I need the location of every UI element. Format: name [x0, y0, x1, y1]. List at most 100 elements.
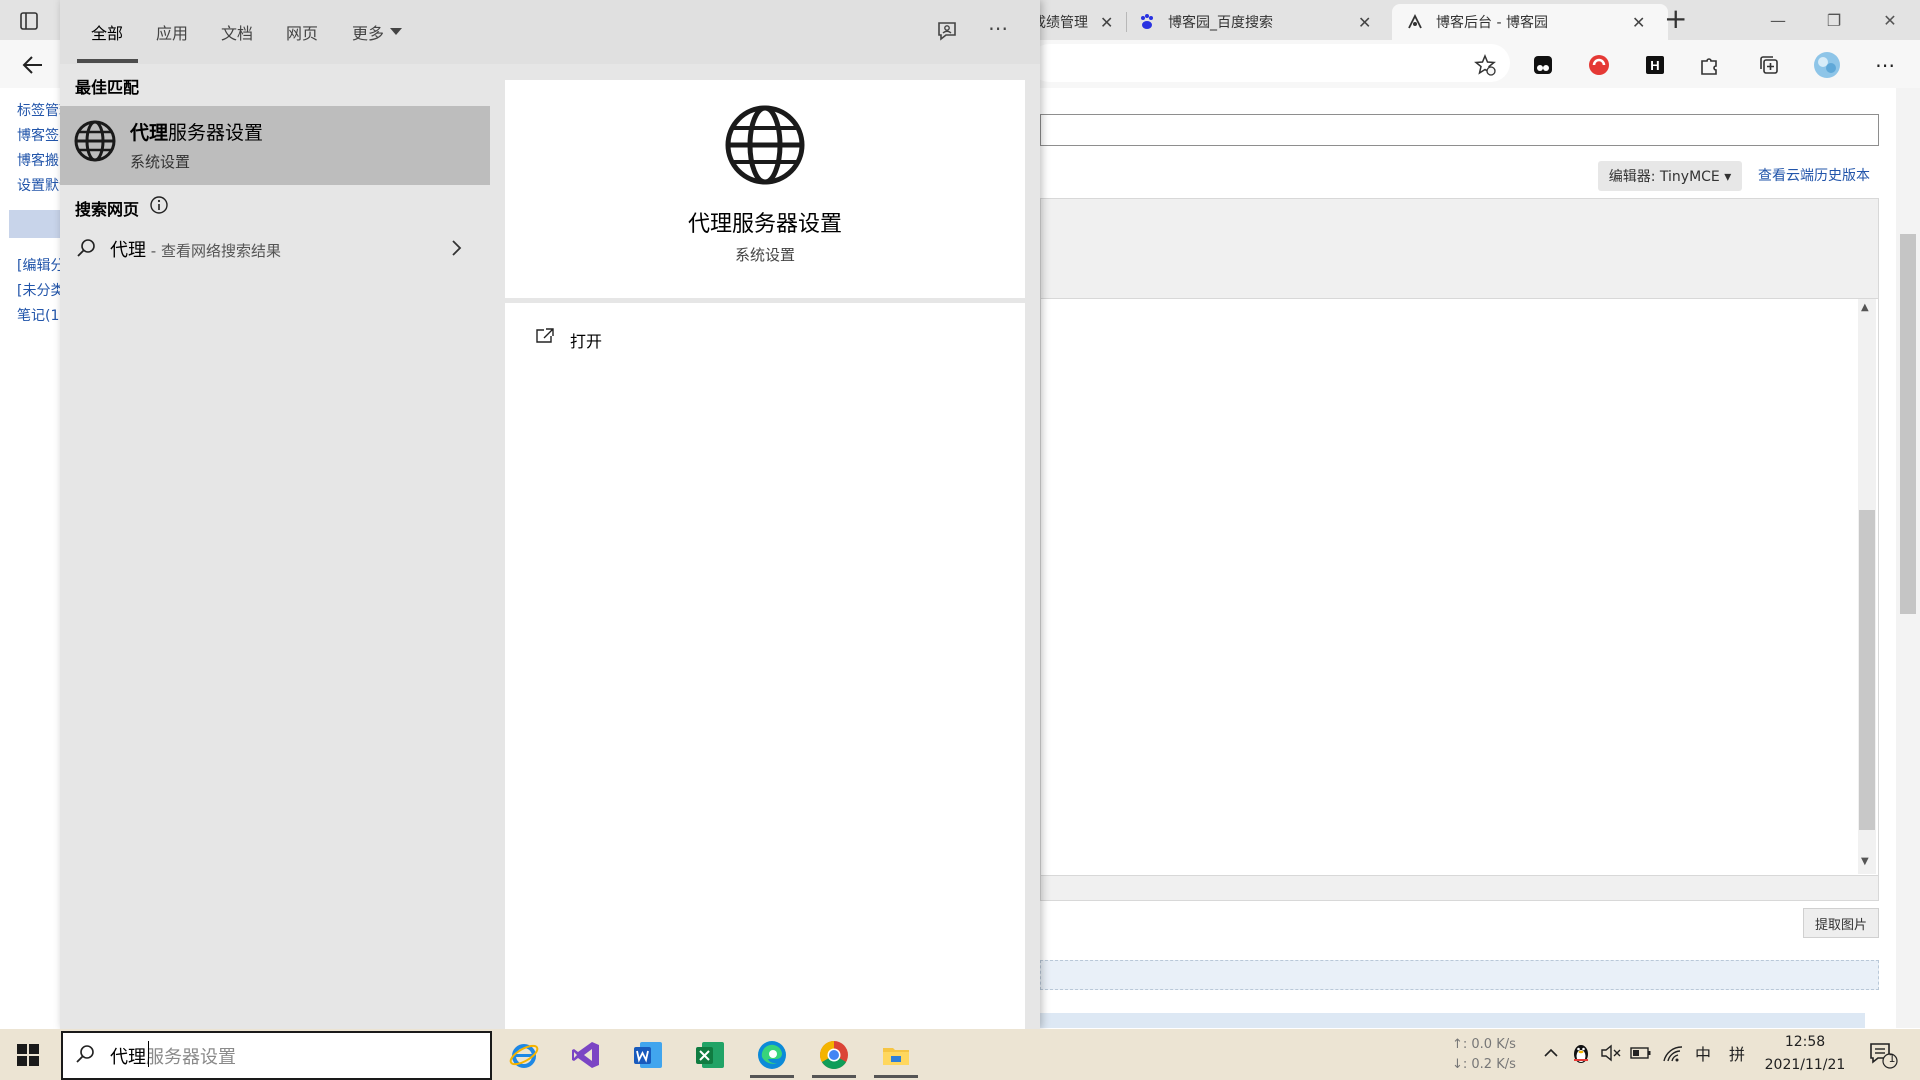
ime-language-indicator[interactable]: 中 — [1690, 1040, 1716, 1066]
battery-icon[interactable] — [1628, 1040, 1654, 1066]
active-tab-indicator — [77, 59, 138, 63]
extension-tampermonkey-icon[interactable] — [1528, 50, 1558, 80]
web-search-query: 代理 - 查看网络搜索结果 — [110, 236, 281, 262]
browser-tab-cnblogs[interactable]: 博客后台 - 博客园 ✕ — [1392, 4, 1668, 40]
best-match-heading: 最佳匹配 — [75, 78, 140, 97]
browser-tab-grades[interactable]: 成绩管理 ✕ — [1040, 4, 1118, 40]
globe-icon — [73, 119, 117, 163]
nav-link-default-editor[interactable]: 设置默认编辑器 — [17, 175, 61, 195]
network-download-speed: ↓: 0.2 K/s — [1452, 1057, 1516, 1072]
baidu-paw-icon — [1138, 13, 1156, 31]
chevron-down-icon — [390, 28, 403, 36]
extract-images-button[interactable]: 提取图片 — [1803, 908, 1879, 938]
editor-info-band — [1040, 960, 1879, 990]
detail-title: 代理服务器设置 — [687, 212, 842, 237]
detail-subtitle: 系统设置 — [734, 246, 795, 264]
cnblogs-icon — [1406, 13, 1424, 31]
show-hidden-icons-chevron-icon[interactable] — [1538, 1040, 1564, 1066]
svg-text:H: H — [1650, 58, 1659, 73]
tab-apps[interactable]: 应用 — [156, 20, 188, 44]
tab-title: 博客后台 - 博客园 — [1436, 15, 1548, 31]
web-query-suffix: - 查看网络搜索结果 — [146, 242, 281, 260]
profile-avatar[interactable] — [1812, 50, 1842, 80]
feedback-icon[interactable] — [934, 18, 960, 44]
editor-status-bar — [1040, 875, 1879, 901]
clock-date[interactable]: 2021/11/21 — [1750, 1057, 1860, 1073]
taskbar-search-icon — [74, 1043, 96, 1065]
detail-globe-icon — [725, 105, 805, 185]
minimize-button[interactable]: — — [1750, 0, 1806, 40]
nav-link-notes[interactable]: 笔记(1) — [17, 305, 61, 325]
notification-count-badge: 1 — [1888, 1052, 1896, 1065]
ime-mode-indicator[interactable]: 拼 — [1724, 1040, 1750, 1066]
search-panel-header — [60, 0, 1040, 65]
extension-red-icon[interactable] — [1584, 50, 1614, 80]
file-explorer-icon[interactable] — [872, 1033, 920, 1077]
page-scroll-thumb[interactable] — [1900, 234, 1916, 614]
running-indicator — [750, 1075, 794, 1078]
post-title-input[interactable] — [1040, 114, 1879, 146]
clock-time[interactable]: 12:58 — [1750, 1034, 1860, 1050]
settings-more-icon[interactable]: ⋯ — [1870, 50, 1900, 80]
visual-studio-icon[interactable] — [562, 1033, 610, 1077]
best-match-highlight: 代理 — [130, 122, 169, 144]
tab-separator — [1126, 12, 1127, 32]
search-typed: 代理 — [110, 1047, 146, 1068]
cloud-history-link[interactable]: 查看云端历史版本 — [1758, 165, 1870, 185]
open-action-label: 打开 — [570, 332, 603, 351]
web-query-text: 代理 — [110, 240, 146, 261]
scroll-down-arrow-icon[interactable]: ▼ — [1861, 856, 1869, 867]
wifi-icon[interactable] — [1660, 1040, 1686, 1066]
nav-link-edit-categories[interactable]: [编辑分类] — [17, 255, 61, 275]
tab-close-icon[interactable]: ✕ — [1100, 13, 1113, 32]
edge-icon[interactable] — [748, 1033, 796, 1077]
address-bar[interactable] — [1030, 44, 1510, 82]
best-match-rest: 服务器设置 — [168, 122, 264, 144]
search-query-text: 代理服务器设置 — [110, 1043, 236, 1069]
qq-penguin-icon[interactable] — [1568, 1040, 1594, 1066]
more-options-icon[interactable]: ⋯ — [988, 16, 1008, 40]
nav-link-uncategorized[interactable]: [未分类] — [17, 280, 61, 300]
tab-close-icon[interactable]: ✕ — [1358, 13, 1371, 32]
info-icon[interactable] — [149, 195, 169, 215]
extension-h-icon[interactable]: H — [1640, 50, 1670, 80]
tab-all[interactable]: 全部 — [91, 20, 123, 44]
editor-selector[interactable]: 编辑器: TinyMCE ▾ — [1598, 161, 1742, 191]
editor-scroll-thumb[interactable] — [1859, 510, 1875, 830]
browser-tab-baidu[interactable]: 博客园_百度搜索 ✕ — [1138, 4, 1384, 40]
nav-link-migrate[interactable]: 博客搬家 — [17, 150, 61, 170]
restore-button[interactable]: ❐ — [1806, 0, 1862, 40]
search-icon — [75, 237, 97, 259]
collections-icon[interactable] — [1754, 50, 1784, 80]
nav-highlight — [9, 210, 61, 238]
tab-documents[interactable]: 文档 — [221, 20, 253, 44]
nav-link-signature[interactable]: 博客签名 — [17, 125, 61, 145]
chevron-right-icon[interactable] — [450, 238, 464, 258]
chrome-icon[interactable] — [810, 1033, 858, 1077]
back-icon[interactable] — [20, 52, 46, 78]
volume-muted-icon[interactable] — [1598, 1040, 1624, 1066]
tab-close-icon[interactable]: ✕ — [1632, 13, 1645, 32]
new-tab-button[interactable]: + — [1664, 2, 1687, 35]
favorite-star-icon[interactable] — [1470, 50, 1500, 80]
best-match-title: 代理服务器设置 — [130, 118, 263, 145]
editor-toolbar — [1040, 198, 1879, 300]
extensions-puzzle-icon[interactable] — [1694, 50, 1724, 80]
scroll-up-arrow-icon[interactable]: ▲ — [1861, 302, 1869, 313]
network-upload-speed: ↑: 0.0 K/s — [1452, 1037, 1516, 1052]
best-match-result[interactable] — [60, 106, 490, 185]
running-indicator — [812, 1075, 856, 1078]
close-window-button[interactable]: ✕ — [1862, 0, 1918, 40]
tab-actions-icon[interactable] — [18, 10, 40, 32]
running-indicator — [874, 1075, 918, 1078]
web-search-heading: 搜索网页 — [75, 200, 140, 219]
nav-link-tags[interactable]: 标签管理 — [17, 100, 61, 120]
tab-more[interactable]: 更多 — [352, 20, 403, 44]
tab-web[interactable]: 网页 — [286, 20, 318, 44]
windows-start-icon[interactable] — [16, 1043, 40, 1067]
internet-explorer-icon[interactable] — [500, 1033, 548, 1077]
detail-actions-card — [505, 303, 1025, 1029]
editor-content-area[interactable] — [1040, 298, 1879, 877]
excel-icon[interactable] — [686, 1033, 734, 1077]
word-icon[interactable] — [624, 1033, 672, 1077]
